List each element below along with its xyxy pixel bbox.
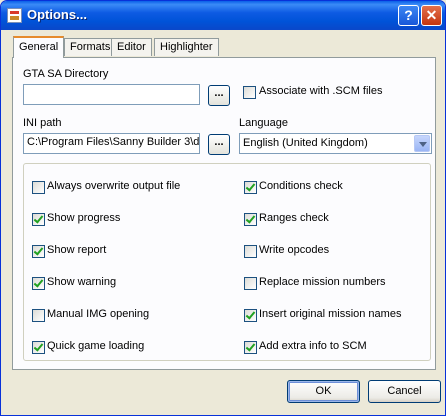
tab-highlighter[interactable]: Highlighter	[154, 38, 219, 56]
cancel-button[interactable]: Cancel	[368, 380, 441, 403]
add-extra-info-checkbox[interactable]	[244, 341, 257, 354]
gta-dir-label: GTA SA Directory	[23, 68, 109, 80]
ini-path-input[interactable]: C:\Program Files\Sanny Builder 3\d	[23, 133, 200, 154]
chevron-down-icon[interactable]	[414, 135, 430, 152]
app-icon	[7, 8, 22, 23]
quick-game-loading-checkbox[interactable]	[32, 341, 45, 354]
show-warning-checkbox[interactable]	[32, 277, 45, 290]
associate-scm-checkbox[interactable]	[243, 86, 256, 99]
show-progress-label[interactable]: Show progress	[47, 212, 120, 224]
ranges-check-label[interactable]: Ranges check	[259, 212, 329, 224]
show-report-checkbox[interactable]	[32, 245, 45, 258]
ok-button[interactable]: OK	[287, 380, 360, 403]
insert-mission-names-checkbox[interactable]	[244, 309, 257, 322]
tab-formats[interactable]: Formats	[64, 38, 117, 56]
options-group	[23, 163, 431, 361]
language-label: Language	[239, 117, 288, 129]
add-extra-info-label[interactable]: Add extra info to SCM	[259, 340, 367, 352]
gta-dir-browse-button[interactable]: ...	[208, 85, 230, 106]
ranges-check-checkbox[interactable]	[244, 213, 257, 226]
insert-mission-names-label[interactable]: Insert original mission names	[259, 308, 401, 320]
manual-img-opening-label[interactable]: Manual IMG opening	[47, 308, 149, 320]
replace-mission-numbers-label[interactable]: Replace mission numbers	[259, 276, 386, 288]
gta-dir-input[interactable]	[23, 84, 200, 105]
conditions-check-checkbox[interactable]	[244, 181, 257, 194]
show-progress-checkbox[interactable]	[32, 213, 45, 226]
window-title: Options...	[27, 7, 87, 22]
quick-game-loading-label[interactable]: Quick game loading	[47, 340, 144, 352]
tab-general[interactable]: General	[13, 36, 65, 58]
title-bar[interactable]: Options... ? ✕	[1, 1, 445, 30]
write-opcodes-label[interactable]: Write opcodes	[259, 244, 329, 256]
ini-path-browse-button[interactable]: ...	[208, 134, 230, 155]
always-overwrite-checkbox[interactable]	[32, 181, 45, 194]
manual-img-opening-checkbox[interactable]	[32, 309, 45, 322]
write-opcodes-checkbox[interactable]	[244, 245, 257, 258]
replace-mission-numbers-checkbox[interactable]	[244, 277, 257, 290]
show-report-label[interactable]: Show report	[47, 244, 106, 256]
conditions-check-label[interactable]: Conditions check	[259, 180, 343, 192]
show-warning-label[interactable]: Show warning	[47, 276, 116, 288]
ini-path-label: INI path	[23, 117, 62, 129]
options-dialog: Options... ? ✕ General Formats Editor Hi…	[0, 0, 446, 416]
language-value: English (United Kingdom)	[243, 137, 368, 149]
close-icon: ✕	[425, 7, 438, 23]
close-button[interactable]: ✕	[421, 5, 442, 26]
tab-editor[interactable]: Editor	[111, 38, 152, 56]
language-select[interactable]: English (United Kingdom)	[239, 133, 432, 154]
question-icon: ?	[404, 7, 413, 23]
always-overwrite-label[interactable]: Always overwrite output file	[47, 180, 180, 192]
associate-scm-label[interactable]: Associate with .SCM files	[259, 85, 382, 97]
help-button[interactable]: ?	[398, 5, 419, 26]
